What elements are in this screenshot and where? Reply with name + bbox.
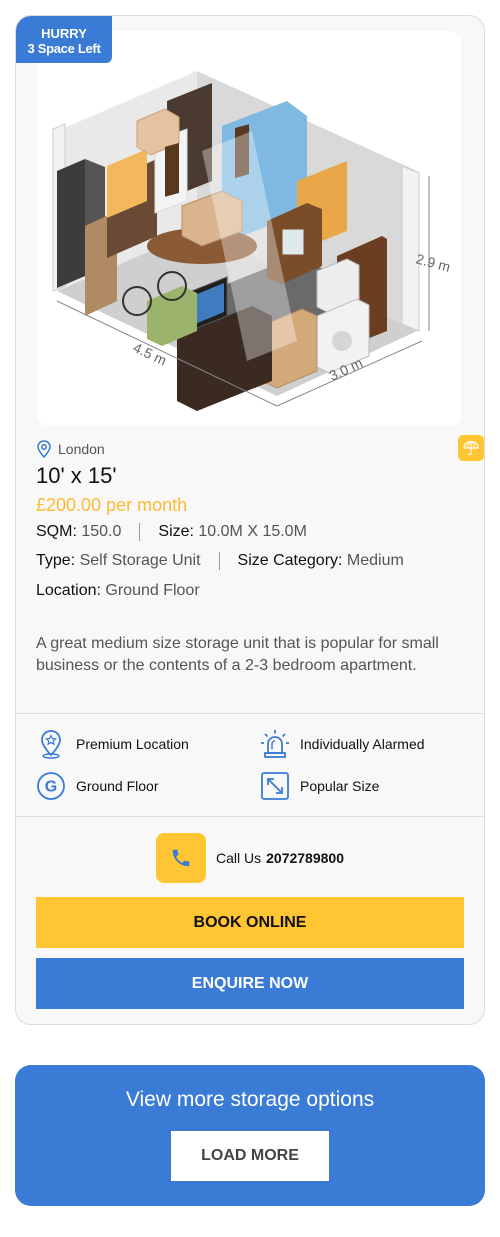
feature-individually-alarmed: Individually Alarmed	[260, 729, 425, 759]
storage-unit-illustration: 4.5 m 3.0 m 2.9 m	[52, 71, 452, 411]
divider	[16, 713, 484, 714]
location-label: Location	[36, 582, 97, 599]
unit-size-title: 10' x 15'	[36, 463, 117, 488]
insurance-umbrella-button[interactable]	[458, 435, 484, 461]
location-value: Ground Floor	[105, 582, 200, 599]
feature-label: Individually Alarmed	[300, 736, 425, 752]
premium-location-icon	[41, 730, 61, 759]
right-pillar	[401, 165, 420, 332]
unit-illustration: 4.5 m 3.0 m 2.9 m	[37, 31, 461, 426]
feature-label: Ground Floor	[76, 778, 159, 794]
sqm-value: 150.0	[81, 523, 122, 540]
umbrella-icon	[463, 440, 479, 456]
availability-badge: HURRY 3 Space Left	[16, 16, 112, 63]
badge-spaces-left: 3 Space Left	[27, 41, 101, 56]
sqm-label: SQM	[36, 523, 73, 540]
category-value: Medium	[346, 552, 404, 569]
spec-row-location: Location: Ground Floor	[36, 582, 200, 599]
call-us-label: Call Us	[216, 850, 262, 866]
load-more-button[interactable]: LOAD MORE	[171, 1131, 329, 1181]
book-online-button[interactable]: BOOK ONLINE	[36, 897, 464, 948]
storage-unit-card: HURRY 3 Space Left 4.5 m 3.0 m 2.9 m Lon…	[15, 15, 485, 1025]
type-label: Type	[36, 552, 71, 569]
chair-left	[165, 142, 179, 197]
call-us-row[interactable]: Call Us 2072789800	[16, 833, 484, 883]
svg-text:G: G	[45, 779, 57, 796]
spec-row-sqm-size: SQM: 150.0 Size: 10.0M X 15.0M	[36, 523, 307, 541]
spec-divider	[218, 552, 220, 570]
location-city: London	[58, 441, 105, 457]
alarm-icon	[261, 730, 289, 758]
dim-height-label: 2.9 m	[414, 250, 452, 275]
phone-icon	[172, 849, 190, 867]
feature-premium-location: Premium Location	[36, 729, 189, 759]
map-pin-icon	[37, 440, 51, 458]
divider	[16, 816, 484, 817]
enquire-now-button[interactable]: ENQUIRE NOW	[36, 958, 464, 1009]
spec-divider	[139, 523, 141, 541]
size-value: 10.0M X 15.0M	[198, 523, 307, 540]
badge-hurry: HURRY	[41, 26, 87, 41]
type-value: Self Storage Unit	[79, 552, 201, 569]
unit-price: £200.00 per month	[36, 495, 188, 515]
category-label: Size Category	[237, 552, 339, 569]
more-options-title: View more storage options	[125, 1088, 375, 1111]
spec-row-type-category: Type: Self Storage Unit Size Category: M…	[36, 552, 404, 570]
ground-floor-icon: G	[37, 772, 65, 800]
feature-ground-floor: G Ground Floor	[36, 771, 158, 801]
feature-popular-size: Popular Size	[260, 771, 379, 801]
size-label: Size	[158, 523, 190, 540]
expand-icon	[261, 772, 289, 800]
feature-label: Premium Location	[76, 736, 189, 752]
phone-button[interactable]	[156, 833, 206, 883]
unit-description: A great medium size storage unit that is…	[36, 635, 439, 674]
feature-label: Popular Size	[300, 778, 380, 794]
location-row: London	[36, 440, 105, 458]
fridge	[57, 159, 85, 288]
more-options-panel: View more storage options LOAD MORE	[15, 1065, 485, 1206]
phone-number[interactable]: 2072789800	[266, 850, 344, 866]
